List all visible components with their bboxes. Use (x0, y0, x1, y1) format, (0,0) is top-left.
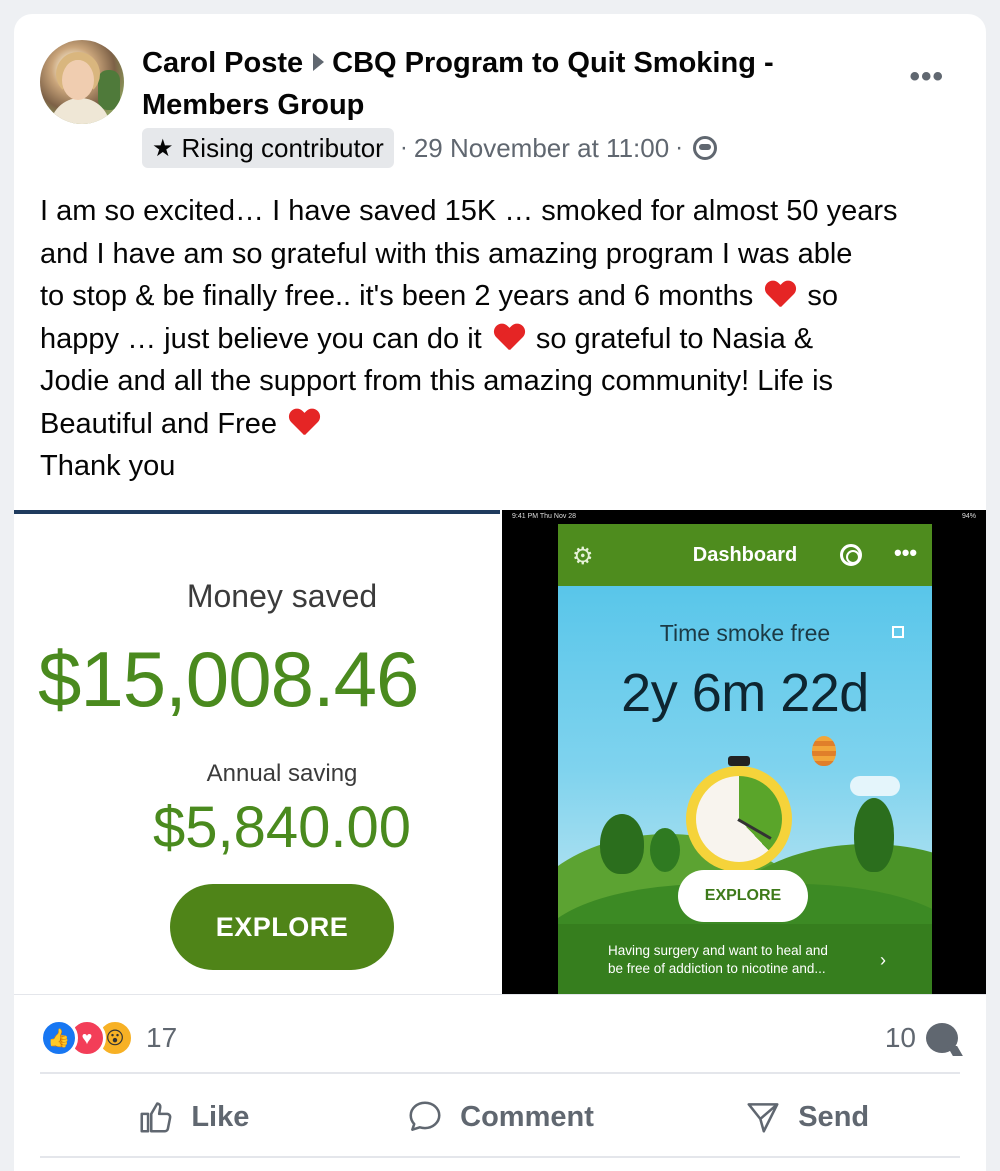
post-text-line: to stop & be finally free.. it's been 2 … (40, 279, 838, 312)
post-body: I am so excited… I have saved 15K … smok… (40, 190, 970, 488)
tree-icon (854, 798, 894, 872)
money-saved-image[interactable]: Money saved $15,008.46 Annual saving $5,… (14, 510, 500, 994)
comment-button[interactable]: Comment (347, 1084, 654, 1150)
explore-button: EXPLORE (170, 884, 394, 970)
post-text-line: I am so excited… I have saved 15K … smok… (40, 195, 898, 227)
divider (40, 1072, 960, 1074)
status-bar-time: 9:41 PM Thu Nov 28 (512, 513, 577, 520)
audience-icon[interactable] (693, 136, 718, 160)
star-icon: ★ (152, 134, 174, 162)
badge-label: Rising contributor (181, 132, 384, 163)
contributor-badge[interactable]: ★ Rising contributor (142, 128, 394, 168)
author-avatar[interactable] (40, 40, 124, 124)
app-top-bar: ⚙ Dashboard ••• (558, 524, 932, 586)
explore-button: EXPLORE (678, 870, 808, 922)
time-smoke-free-value: 2y 6m 22d (621, 663, 869, 723)
annual-saving-value: $5,840.00 (152, 795, 412, 860)
reaction-count: 17 (146, 1022, 178, 1053)
promo-text: Having surgery and want to heal and be f… (608, 943, 828, 976)
annual-saving-label: Annual saving (206, 760, 358, 787)
reactions-summary[interactable]: 👍 ♥ 😮 17 (40, 1018, 177, 1058)
more-icon: ••• (894, 540, 918, 565)
app-title: Dashboard (692, 544, 798, 566)
tree-icon (600, 814, 644, 874)
comment-count[interactable]: 10 (885, 1018, 958, 1058)
chevron-right-icon: › (880, 950, 886, 970)
balloon-icon (812, 736, 836, 766)
dashboard-screenshot-image[interactable]: 9:41 PM Thu Nov 28 94% ⚙ Dashboard ••• T… (502, 510, 986, 994)
cloud-icon (850, 776, 900, 796)
comment-icon (409, 1101, 441, 1131)
tree-icon (650, 828, 680, 872)
post-timestamp[interactable]: 29 November at 11:00 (414, 133, 669, 164)
heart-emoji (289, 407, 319, 437)
divider (14, 994, 986, 995)
more-options-button[interactable]: ••• (909, 60, 944, 94)
share-icon (892, 626, 904, 638)
money-saved-value: $15,008.46 (38, 635, 419, 723)
post-text-line: happy … just believe you can do it so gr… (40, 322, 814, 355)
post-header: Carol Poste CBQ Program to Quit Smoking -… (142, 42, 842, 126)
send-icon (747, 1103, 779, 1133)
post-actions: Like Comment Send (40, 1084, 960, 1150)
post-text-line: Thank you (40, 450, 176, 482)
app-screen: ⚙ Dashboard ••• Time smoke free 2y 6m 22… (558, 524, 932, 994)
post-meta: ★ Rising contributor · 29 November at 11… (142, 128, 718, 168)
time-smoke-free-label: Time smoke free (659, 620, 831, 646)
author-name[interactable]: Carol Poste (142, 47, 303, 79)
post-text-line: Jodie and all the support from this amaz… (40, 365, 834, 397)
divider (40, 1156, 960, 1158)
send-button[interactable]: Send (653, 1084, 960, 1150)
heart-emoji (765, 279, 795, 309)
post-text-line: Beautiful and Free (40, 403, 970, 446)
status-bar-battery: 94% (961, 513, 976, 520)
heart-emoji (494, 322, 524, 352)
like-reaction-icon: 👍 (40, 1019, 78, 1057)
like-button[interactable]: Like (40, 1084, 347, 1150)
comment-bubble-icon (926, 1023, 958, 1053)
money-saved-label: Money saved (186, 578, 378, 614)
stopwatch-icon (686, 756, 792, 872)
lifebuoy-icon (840, 544, 862, 566)
post-card: Carol Poste CBQ Program to Quit Smoking -… (14, 14, 986, 1171)
thumbs-up-icon (140, 1102, 172, 1133)
caret-right-icon (313, 53, 325, 72)
post-text-line: and I have am so grateful with this amaz… (40, 237, 853, 270)
